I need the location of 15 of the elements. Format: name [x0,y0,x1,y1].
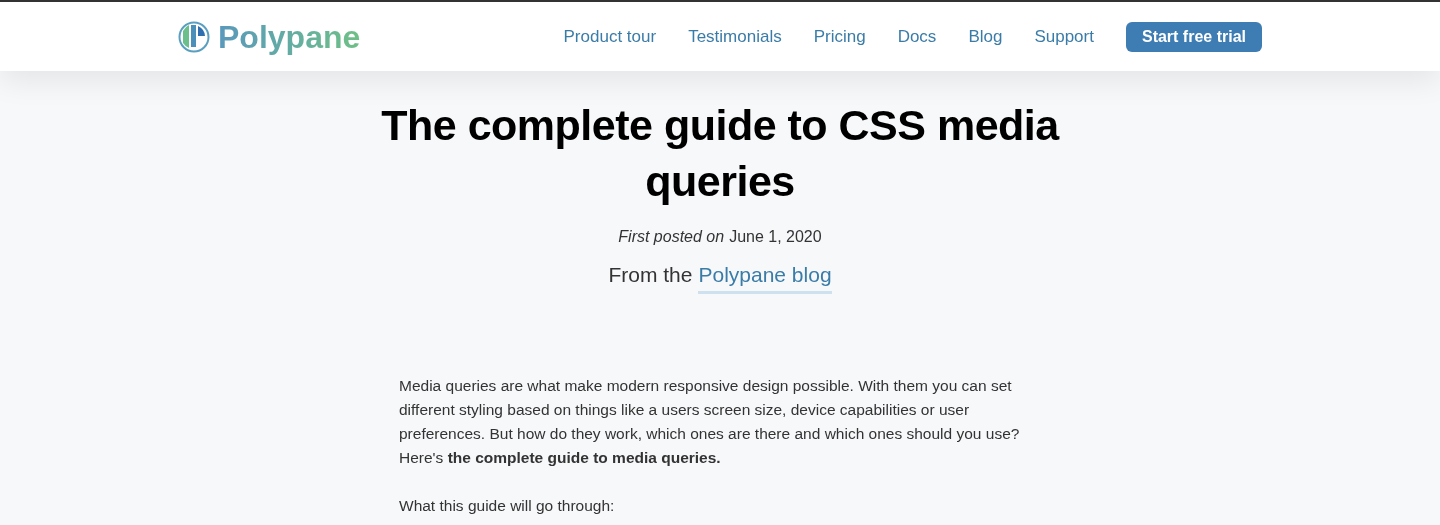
nav-link[interactable]: Docs [897,23,937,50]
nav-link[interactable]: Testimonials [688,23,782,50]
source-prefix: From the [608,262,693,288]
start-trial-button[interactable]: Start free trial [1125,21,1262,52]
nav-link[interactable]: Blog [968,23,1003,50]
body-paragraph: What this guide will go through: [399,495,616,516]
nav-link[interactable]: Support [1034,23,1094,50]
nav-link[interactable]: Product tour [563,23,657,50]
logo-icon [178,20,210,53]
posted-label: First posted on [618,227,725,247]
article-title: The complete guide to CSS media queries [380,100,1061,207]
posted-date: June 1, 2020 [729,227,822,247]
nav-link[interactable]: Pricing [813,23,866,50]
body-paragraph: Media queries are what make modern responsive design possible. With them you can set different styling based on things like a users screen size, device capabilities or user preferences. But how do they work, which ones are there and which ones should you use? Here's the complete guide to media queries. [399,375,1021,468]
blog-link[interactable]: Polypane blog [698,259,832,294]
